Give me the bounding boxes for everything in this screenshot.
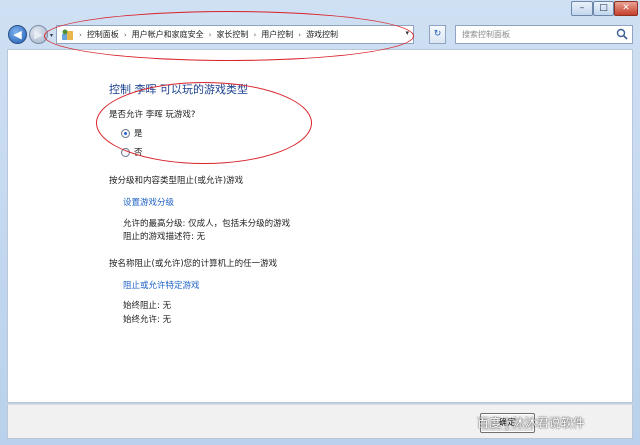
breadcrumb-separator[interactable]: › (122, 31, 129, 39)
title-bar: – □ ✕ (0, 0, 640, 18)
forward-button[interactable]: ▶ (29, 25, 48, 44)
window-frame: – □ ✕ ◀ ▶ ▾ › 控制面板 › 用户帐户和家庭安全 › 家长控制 › … (0, 0, 640, 445)
radio-yes-label[interactable]: 是 (134, 127, 143, 139)
breadcrumb: › 控制面板 › 用户帐户和家庭安全 › 家长控制 › 用户控制 › 游戏控制 (77, 26, 341, 43)
breadcrumb-separator: › (79, 30, 82, 39)
breadcrumb-parental-controls[interactable]: 家长控制 (213, 29, 251, 40)
name-section-heading: 按名称阻止(或允许)您的计算机上的任一游戏 (109, 259, 278, 269)
search-input[interactable]: 搜索控制面板 (462, 29, 510, 40)
address-bar[interactable]: › 控制面板 › 用户帐户和家庭安全 › 家长控制 › 用户控制 › 游戏控制 … (56, 25, 414, 44)
minimize-button[interactable]: – (571, 1, 593, 16)
close-button[interactable]: ✕ (614, 1, 638, 16)
search-box[interactable]: 搜索控制面板 (455, 25, 633, 44)
allow-games-question: 是否允许 李晖 玩游戏? (109, 110, 196, 120)
address-dropdown-icon[interactable]: ▾ (405, 29, 409, 37)
breadcrumb-user-controls[interactable]: 用户控制 (258, 29, 296, 40)
option-yes[interactable]: 是 (121, 127, 143, 139)
recent-pages-dropdown-icon[interactable]: ▾ (50, 32, 53, 39)
breadcrumb-separator[interactable]: › (251, 31, 258, 39)
back-button[interactable]: ◀ (8, 25, 27, 44)
page-title: 控制 李晖 可以玩的游戏类型 (109, 83, 248, 96)
breadcrumb-control-panel[interactable]: 控制面板 (84, 29, 122, 40)
set-game-ratings-link[interactable]: 设置游戏分级 (123, 196, 174, 208)
breadcrumb-separator[interactable]: › (207, 31, 214, 39)
breadcrumb-separator[interactable]: › (296, 31, 303, 39)
blocked-descriptors-text: 阻止的游戏描述符: 无 (123, 232, 206, 242)
rating-section-heading: 按分级和内容类型阻止(或允许)游戏 (109, 176, 244, 186)
content-pane: 控制 李晖 可以玩的游戏类型 是否允许 李晖 玩游戏? 是 否 按分级和内容类型… (7, 49, 633, 403)
control-panel-icon (62, 29, 73, 40)
breadcrumb-game-controls[interactable]: 游戏控制 (303, 29, 341, 40)
navigation-row: ◀ ▶ ▾ › 控制面板 › 用户帐户和家庭安全 › 家长控制 › 用户控制 ›… (0, 20, 640, 48)
radio-no-label[interactable]: 否 (134, 146, 143, 158)
block-allow-specific-games-link[interactable]: 阻止或允许特定游戏 (123, 279, 200, 291)
max-rating-text: 允许的最高分级: 仅成人，包括未分级的游戏 (123, 219, 291, 229)
radio-no[interactable] (121, 147, 130, 157)
watermark: 百度 | 沐沐君说软件 (477, 416, 585, 430)
option-no[interactable]: 否 (121, 146, 143, 158)
refresh-button[interactable]: ↻ (429, 25, 446, 44)
maximize-button[interactable]: □ (593, 1, 614, 16)
breadcrumb-user-accounts-family-safety[interactable]: 用户帐户和家庭安全 (129, 29, 207, 40)
radio-yes[interactable] (121, 128, 130, 138)
search-icon[interactable] (616, 28, 628, 40)
always-block-text: 始终阻止: 无 (123, 301, 172, 311)
always-allow-text: 始终允许: 无 (123, 315, 172, 325)
